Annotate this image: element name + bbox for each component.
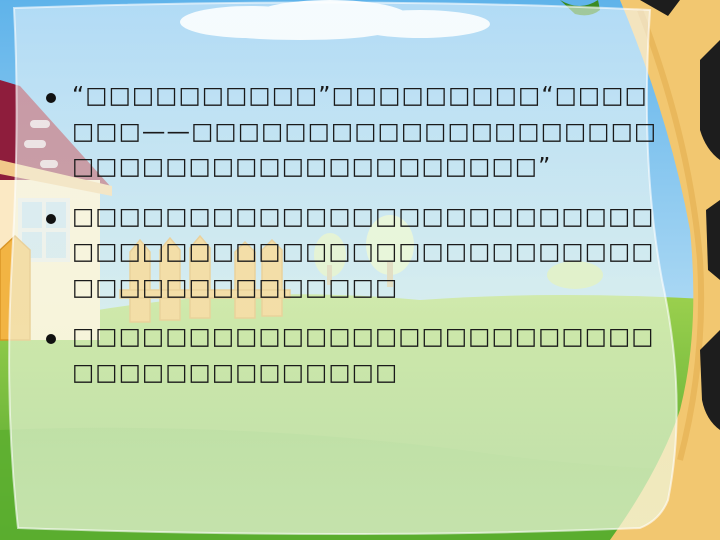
bullet-text: “□□□□□□□□□□”□□□□□□□□□“□□□□□□□——□□□□□□□□□… xyxy=(72,81,658,180)
bullet-dot-icon xyxy=(46,213,56,224)
bullet-item: □□□□□□□□□□□□□□□□□□□□□□□□□□□□□□□□□□□□□□□□… xyxy=(40,199,670,306)
slide: “□□□□□□□□□□”□□□□□□□□□“□□□□□□□——□□□□□□□□□… xyxy=(0,0,720,540)
bullet-list: “□□□□□□□□□□”□□□□□□□□□“□□□□□□□——□□□□□□□□□… xyxy=(40,78,670,404)
bullet-item: □□□□□□□□□□□□□□□□□□□□□□□□□□□□□□□□□□□□□□□ xyxy=(40,319,670,390)
bullet-text: □□□□□□□□□□□□□□□□□□□□□□□□□□□□□□□□□□□□□□□□… xyxy=(72,201,655,301)
bullet-item: “□□□□□□□□□□”□□□□□□□□□“□□□□□□□——□□□□□□□□□… xyxy=(40,78,670,185)
bullet-text: □□□□□□□□□□□□□□□□□□□□□□□□□□□□□□□□□□□□□□□ xyxy=(72,322,655,386)
bullet-dot-icon xyxy=(46,93,56,103)
bullet-dot-icon xyxy=(46,334,56,344)
